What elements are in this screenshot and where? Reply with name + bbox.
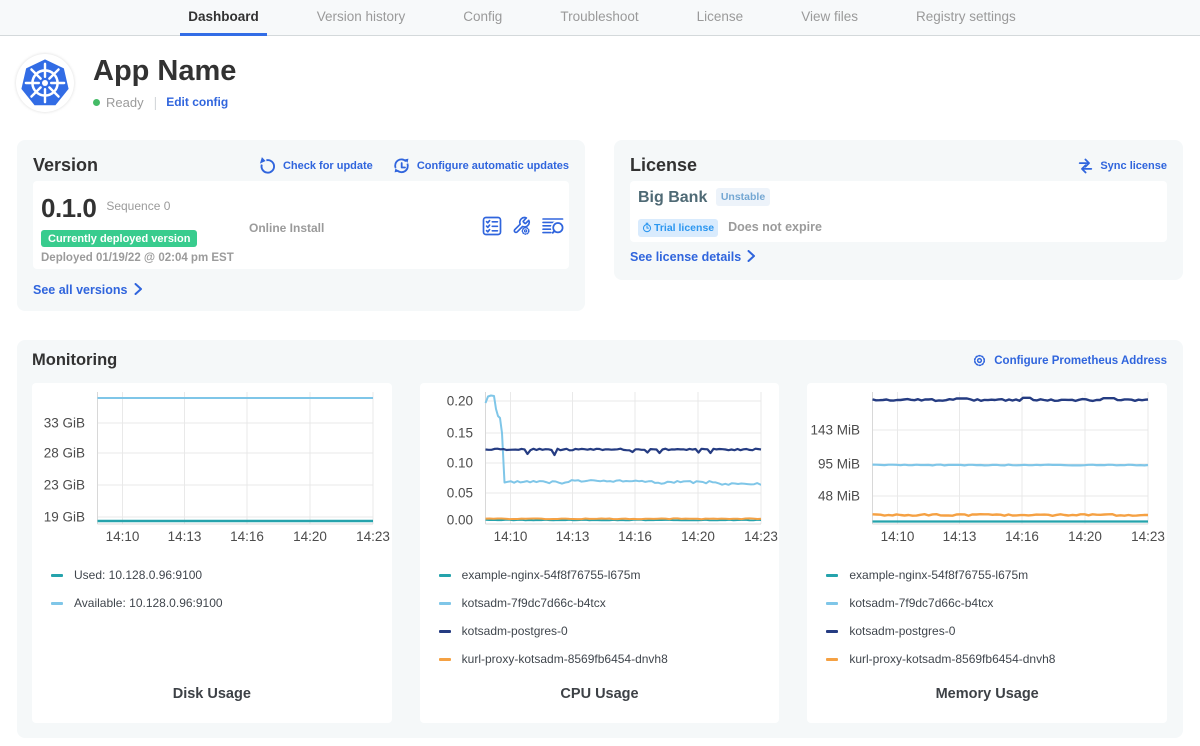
svg-text:0.20: 0.20 — [446, 394, 472, 409]
svg-text:19 GiB: 19 GiB — [44, 510, 85, 525]
svg-text:0.00: 0.00 — [446, 513, 472, 528]
svg-text:28 GiB: 28 GiB — [44, 446, 85, 461]
svg-text:14:10: 14:10 — [493, 529, 527, 544]
svg-text:14:16: 14:16 — [618, 529, 652, 544]
svg-text:14:13: 14:13 — [168, 529, 202, 544]
svg-text:14:23: 14:23 — [1131, 529, 1165, 544]
svg-text:33 GiB: 33 GiB — [44, 416, 85, 431]
svg-text:0.05: 0.05 — [446, 486, 472, 501]
svg-text:48 MiB: 48 MiB — [818, 489, 860, 504]
svg-text:95 MiB: 95 MiB — [818, 457, 860, 472]
svg-text:14:23: 14:23 — [356, 529, 390, 544]
svg-text:14:16: 14:16 — [230, 529, 264, 544]
svg-text:14:23: 14:23 — [744, 529, 778, 544]
svg-text:0.15: 0.15 — [446, 426, 472, 441]
svg-text:143 MiB: 143 MiB — [811, 423, 861, 438]
svg-text:14:20: 14:20 — [1068, 529, 1102, 544]
svg-text:0.10: 0.10 — [446, 456, 472, 471]
svg-text:14:20: 14:20 — [681, 529, 715, 544]
svg-text:14:16: 14:16 — [1005, 529, 1039, 544]
svg-text:14:20: 14:20 — [293, 529, 327, 544]
svg-text:14:10: 14:10 — [881, 529, 915, 544]
svg-text:14:10: 14:10 — [106, 529, 140, 544]
svg-text:14:13: 14:13 — [555, 529, 589, 544]
svg-text:23 GiB: 23 GiB — [44, 478, 85, 493]
svg-text:14:13: 14:13 — [943, 529, 977, 544]
